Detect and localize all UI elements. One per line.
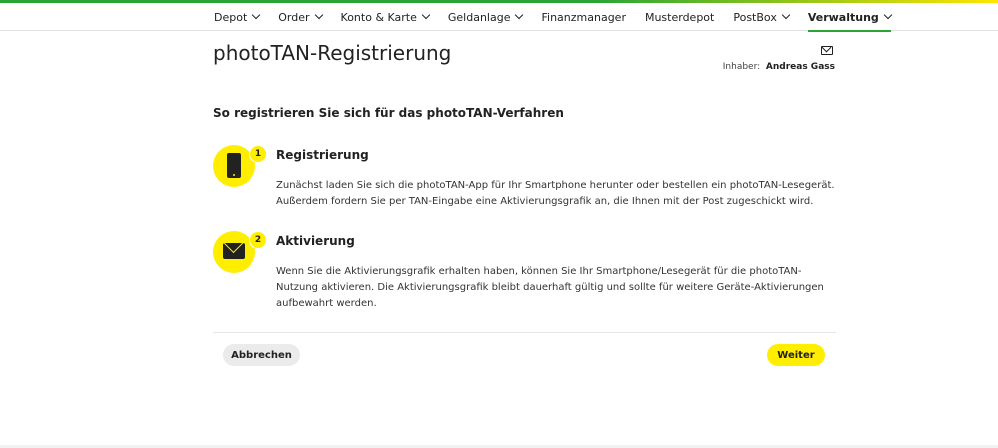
nav-items: Depot Order Konto & Karte Geldanlage Fin… <box>214 3 910 32</box>
nav-item-depot[interactable]: Depot <box>214 3 261 31</box>
nav-item-label: Konto & Karte <box>340 10 417 24</box>
chevron-down-icon <box>883 10 893 20</box>
chevron-down-icon <box>314 10 323 20</box>
envelope-icon <box>223 243 245 259</box>
chevron-down-icon <box>515 10 524 20</box>
nav-item-finanzmanager[interactable]: Finanzmanager <box>541 3 625 31</box>
nav-item-label: Musterdepot <box>644 10 715 24</box>
nav-item-label: PostBox <box>733 10 777 24</box>
nav-item-label: Geldanlage <box>447 10 511 24</box>
step-title: Registrierung <box>276 148 369 162</box>
nav-item-label: Verwaltung <box>807 10 879 24</box>
owner-name: Andreas Gass <box>765 62 835 72</box>
nav-item-musterdepot[interactable]: Musterdepot <box>645 3 714 31</box>
next-button[interactable]: Weiter <box>767 344 825 366</box>
envelope-icon[interactable] <box>821 46 833 55</box>
chevron-down-icon <box>421 10 431 20</box>
step-description: Wenn Sie die Aktivierungsgrafik erhalten… <box>276 266 824 309</box>
section-heading: So registrieren Sie sich für das photoTA… <box>213 106 564 120</box>
step-description: Zunächst laden Sie sich die photoTAN-App… <box>276 180 835 207</box>
smartphone-icon <box>227 153 241 178</box>
page-title: photoTAN-Registrierung <box>213 41 452 65</box>
nav-item-verwaltung[interactable]: Verwaltung <box>807 3 893 32</box>
cancel-button[interactable]: Abbrechen <box>223 344 300 366</box>
step-number-badge: 2 <box>249 231 267 249</box>
nav-item-order[interactable]: Order <box>278 3 323 31</box>
account-owner: Inhaber: Andreas Gass <box>723 62 835 72</box>
nav-item-postbox[interactable]: PostBox <box>733 3 791 31</box>
chevron-down-icon <box>781 10 791 20</box>
main-navigation: Depot Order Konto & Karte Geldanlage Fin… <box>0 3 998 32</box>
owner-label: Inhaber: <box>722 62 761 72</box>
chevron-down-icon <box>252 10 261 20</box>
nav-item-label: Depot <box>214 10 248 24</box>
divider <box>213 332 836 333</box>
step-number-badge: 1 <box>249 145 267 163</box>
step-title: Aktivierung <box>276 234 355 248</box>
nav-item-label: Finanzmanager <box>541 10 626 24</box>
nav-item-konto-karte[interactable]: Konto & Karte <box>340 3 431 31</box>
nav-item-geldanlage[interactable]: Geldanlage <box>447 3 524 31</box>
nav-item-label: Order <box>278 10 310 24</box>
